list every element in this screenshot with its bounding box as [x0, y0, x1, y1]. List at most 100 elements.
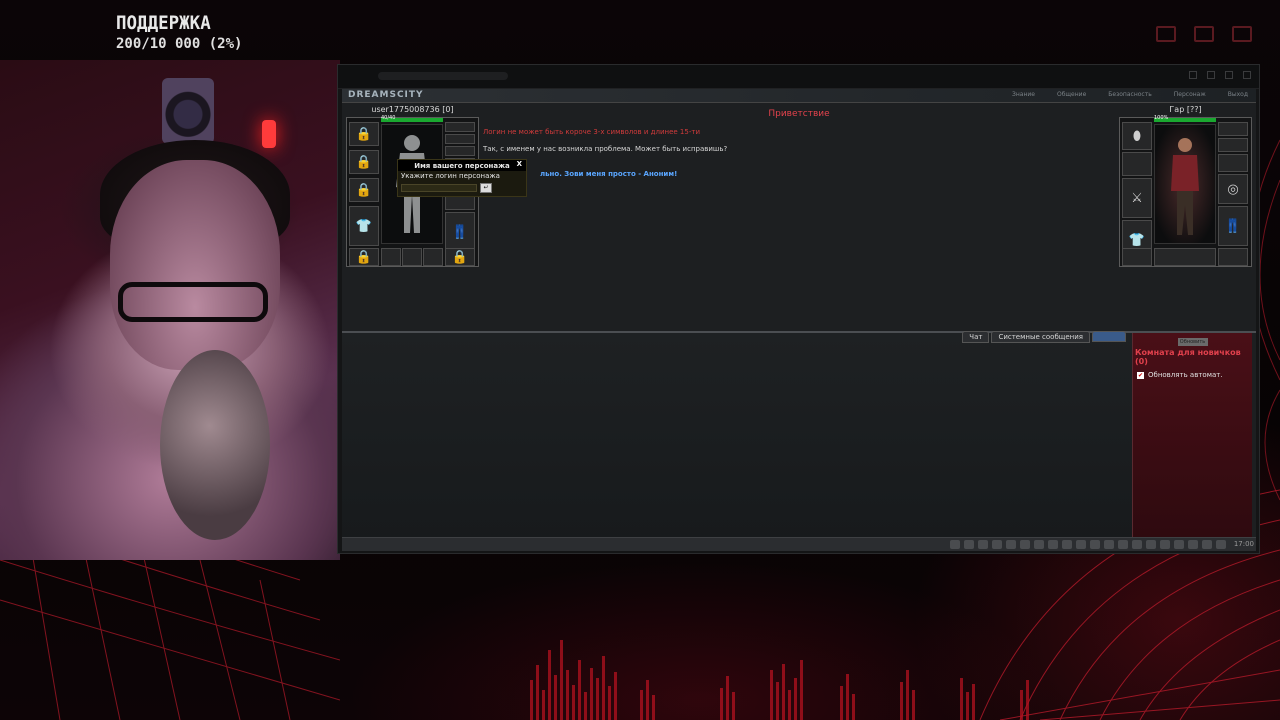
lock-icon[interactable]: 🔒: [349, 150, 379, 174]
popup-close-button[interactable]: X: [517, 160, 522, 168]
toolbar-icon[interactable]: [1160, 540, 1170, 549]
toolbar-icon[interactable]: [1174, 540, 1184, 549]
toolbar-icon[interactable]: [1132, 540, 1142, 549]
tab-system-messages[interactable]: Системные сообщения: [991, 331, 1090, 343]
toolbar-icon[interactable]: [1062, 540, 1072, 549]
amulet-slot[interactable]: [1154, 248, 1216, 266]
refresh-button[interactable]: Обновить: [1177, 338, 1208, 346]
toolbar-icon[interactable]: [978, 540, 988, 549]
chat-log[interactable]: [342, 333, 1132, 543]
webcam-feed: [0, 60, 340, 560]
legs-slot[interactable]: 👖: [1218, 206, 1248, 246]
toolbar-icon[interactable]: [1006, 540, 1016, 549]
ring-slot[interactable]: [1218, 138, 1248, 152]
browser-controls: [1189, 71, 1251, 79]
toolbar-icon[interactable]: [1216, 540, 1226, 549]
popup-label: Укажите логин персонажа: [401, 172, 500, 180]
menu-icon[interactable]: [1243, 71, 1251, 79]
toolbar-icon[interactable]: [1020, 540, 1030, 549]
nav-item-exit[interactable]: Выход: [1228, 91, 1248, 98]
audio-equalizer: [530, 640, 1029, 720]
error-message: Логин не может быть короче 3-х символов …: [483, 128, 700, 136]
npc-name[interactable]: Гар [??]: [1119, 105, 1252, 115]
nav-item-knowledge[interactable]: Знание: [1012, 91, 1035, 98]
tab-chat[interactable]: Чат: [962, 331, 990, 343]
npc-portrait: [1154, 124, 1216, 244]
toolbar-icon[interactable]: [1034, 540, 1044, 549]
browser-window: DREAMSCITY Знание Общение Безопасность П…: [337, 64, 1260, 554]
shield-icon[interactable]: ◎: [1218, 174, 1248, 204]
player-hp-text: 40/40: [381, 115, 396, 121]
tab-active[interactable]: [1092, 331, 1126, 342]
toolbar-icon[interactable]: [1104, 540, 1114, 549]
room-panel: Обновить Комната для новичков (0) ✔ Обно…: [1132, 333, 1252, 539]
game-logo[interactable]: DREAMSCITY: [348, 90, 424, 100]
streamer-face: [110, 160, 280, 370]
lock-icon[interactable]: 🔒: [349, 178, 379, 202]
room-title: Комната для новичков (0): [1135, 348, 1241, 366]
microphone: [160, 350, 270, 540]
character-name-popup: Имя вашего персонажа X Укажите логин пер…: [397, 159, 527, 197]
download-icon[interactable]: [1207, 71, 1215, 79]
submit-arrow-icon[interactable]: ↵: [480, 183, 492, 193]
game-header: DREAMSCITY Знание Общение Безопасность П…: [342, 89, 1256, 103]
toolbar-icon[interactable]: [1090, 540, 1100, 549]
lock-icon[interactable]: 🔒: [349, 248, 379, 266]
ring-slot[interactable]: [445, 122, 475, 132]
checkbox-checked-icon[interactable]: ✔: [1137, 371, 1144, 379]
support-progress-text: 200/10 000 (2%): [116, 36, 243, 52]
toolbar-icon[interactable]: [1202, 540, 1212, 549]
ring-slot[interactable]: [445, 146, 475, 156]
streamer-glasses: [118, 282, 268, 322]
npc-hp-text: 100%: [1154, 115, 1169, 121]
auto-update-label: Обновлять автомат.: [1148, 371, 1223, 379]
game-nav: Знание Общение Безопасность Персонаж Вых…: [1012, 91, 1248, 98]
lamp: [262, 120, 276, 148]
profile-icon[interactable]: [1225, 71, 1233, 79]
browser-toolbar: [338, 65, 1259, 89]
belt-slot[interactable]: [423, 248, 443, 266]
game-clock: 17:00: [1233, 540, 1254, 548]
game-bottom-toolbar: 17:00: [342, 537, 1256, 551]
bracer-slot[interactable]: [1218, 154, 1248, 172]
character-login-input[interactable]: [401, 184, 477, 192]
close-icon: [1232, 26, 1252, 42]
dialog-option[interactable]: льно. Зови меня просто - Аноним!: [540, 170, 677, 178]
nav-item-character[interactable]: Персонаж: [1174, 91, 1206, 98]
toolbar-icons: [950, 540, 1226, 549]
armor-slot[interactable]: 👕: [349, 206, 379, 246]
minimize-icon: [1194, 26, 1214, 42]
extension-icon[interactable]: [1189, 71, 1197, 79]
sword-icon[interactable]: ⚔: [1122, 178, 1152, 218]
belt-slot[interactable]: [381, 248, 401, 266]
belt-slot[interactable]: [402, 248, 422, 266]
toolbar-icon[interactable]: [950, 540, 960, 549]
toolbar-icon[interactable]: [1188, 540, 1198, 549]
overlay-top-icons: [1156, 26, 1252, 42]
lock-icon[interactable]: 🔒: [349, 122, 379, 146]
lock-icon[interactable]: 🔒: [445, 248, 475, 266]
auto-update-toggle[interactable]: ✔ Обновлять автомат.: [1133, 368, 1252, 382]
ring-slot[interactable]: [445, 134, 475, 144]
legs-slot[interactable]: 👖: [445, 212, 475, 252]
toolbar-icon[interactable]: [1118, 540, 1128, 549]
ring-slot[interactable]: [1218, 122, 1248, 136]
toolbar-icon[interactable]: [1076, 540, 1086, 549]
address-bar[interactable]: [378, 72, 508, 80]
dialog-title: Приветствие: [768, 109, 830, 119]
toolbar-icon[interactable]: [1146, 540, 1156, 549]
nav-item-communication[interactable]: Общение: [1057, 91, 1086, 98]
gloves-slot[interactable]: [1122, 152, 1152, 176]
belt-slot[interactable]: [1122, 248, 1152, 266]
helmet-slot[interactable]: ⬮: [1122, 122, 1152, 150]
support-widget: ПОДДЕРЖКА 200/10 000 (2%): [110, 12, 290, 52]
toolbar-icon[interactable]: [1048, 540, 1058, 549]
dialog-text: Так, с именем у нас возникла проблема. М…: [483, 145, 728, 153]
toolbar-icon[interactable]: [992, 540, 1002, 549]
game-main: user1775008736 [0] 🔒 🔒 🔒 👕 🔒 40/40 👖 🔒 П…: [342, 103, 1256, 549]
toolbar-icon[interactable]: [964, 540, 974, 549]
warrior-icon: [1171, 138, 1199, 235]
boots-slot[interactable]: [1218, 248, 1248, 266]
nav-item-security[interactable]: Безопасность: [1108, 91, 1152, 98]
player-name[interactable]: user1775008736 [0]: [346, 105, 479, 115]
